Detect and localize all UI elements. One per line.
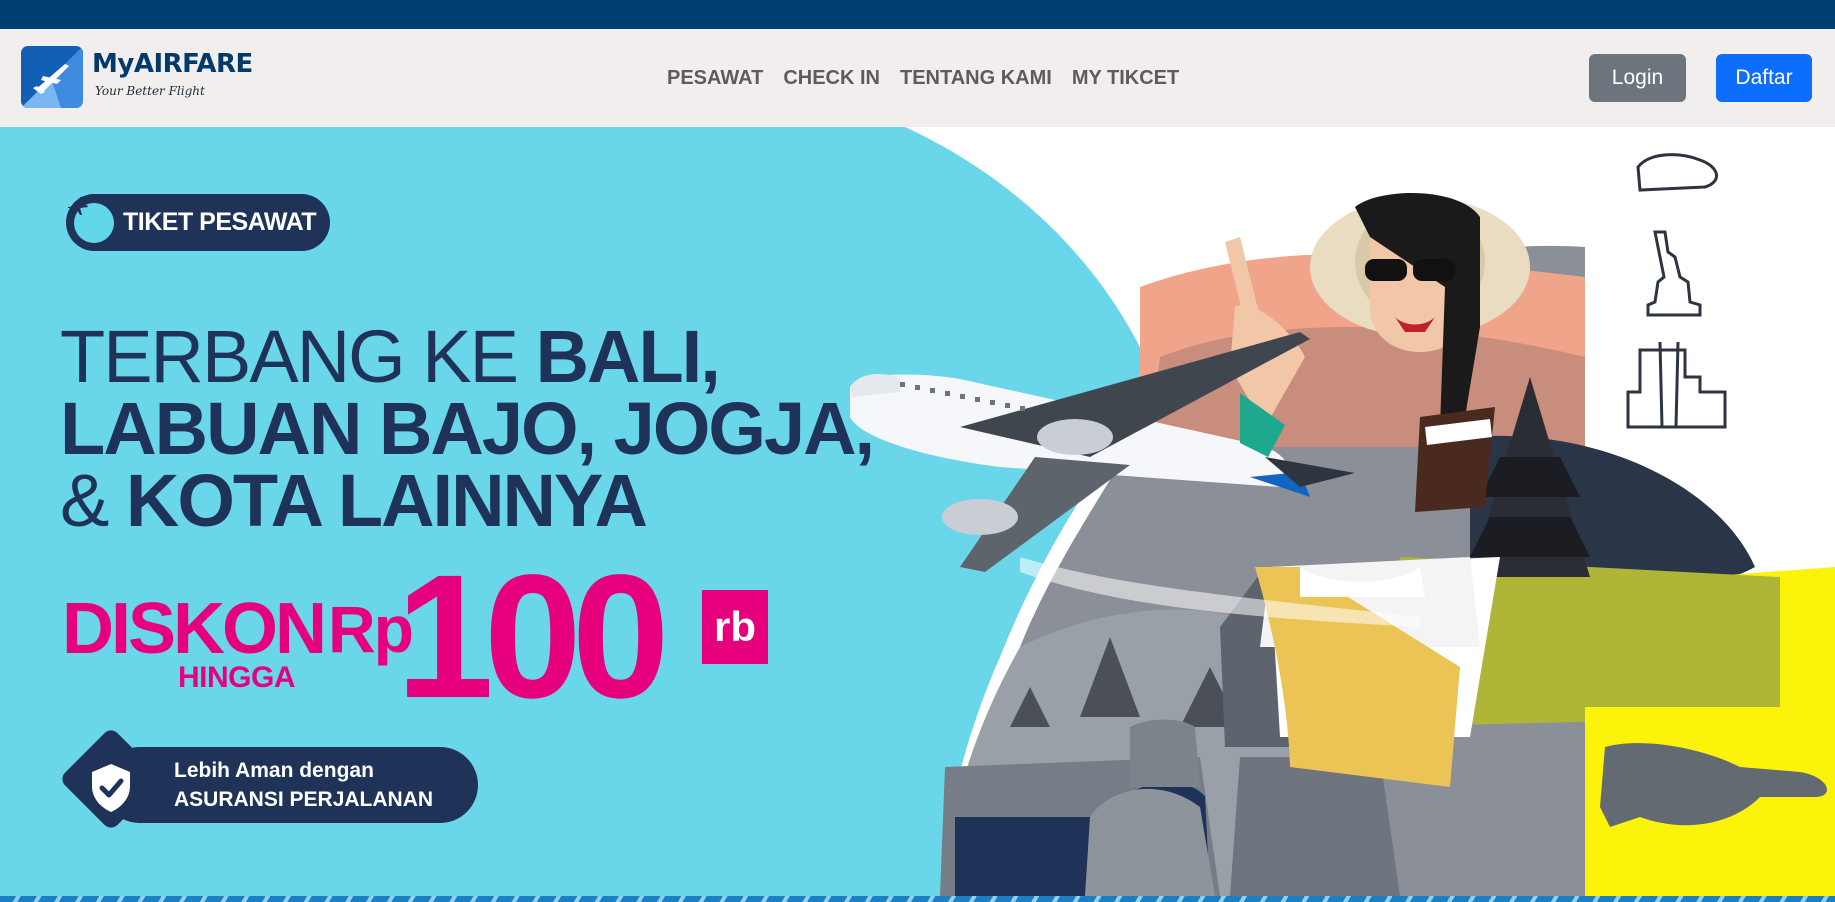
hero-headline: TERBANG KE BALI, LABUAN BAJO, JOGJA, & K… [60,320,875,538]
headline-line1-bold: BALI, [535,315,721,398]
ticket-badge: TIKET PESAWAT [66,194,330,251]
promo-unit: rb [702,590,768,664]
register-button[interactable]: Daftar [1716,54,1812,102]
insurance-line2: ASURANSI PERJALANAN [174,788,434,811]
headline-line2: LABUAN BAJO, JOGJA, [60,387,875,470]
main-nav: PESAWAT CHECK IN TENTANG KAMI MY TIKCET [661,63,1189,93]
promo-amount: 100 [396,539,670,735]
headline-line3-regular: & [60,459,126,542]
login-button[interactable]: Login [1589,54,1686,102]
insurance-badge: Lebih Aman dengan ASURANSI PERJALANAN [58,726,482,840]
headline-line3-bold: KOTA LAINNYA [125,459,648,542]
airplane-logo-icon [21,46,83,108]
insurance-line1: Lebih Aman dengan [174,759,374,782]
nav-link-check-in[interactable]: CHECK IN [773,63,890,93]
top-strip [0,0,1835,29]
nav-link-tentang-kami[interactable]: TENTANG KAMI [890,63,1062,93]
airplane-circle-icon [68,197,114,243]
navbar: MyAIRFARE Your Better Flight PESAWAT CHE… [0,29,1835,127]
headline-line1-regular: TERBANG KE [60,315,536,398]
brand-tagline: Your Better Flight [95,84,205,98]
bottom-strip [0,896,1835,902]
badge-label: TIKET PESAWAT [123,208,317,236]
brand-home-link[interactable]: MyAIRFARE Your Better Flight [21,46,253,110]
promo-sub: HINGGA [178,661,296,694]
nav-link-my-ticket[interactable]: MY TIKCET [1062,63,1189,93]
hero-banner[interactable]: TIKET PESAWAT TERBANG KE BALI, LABUAN BA… [0,127,1835,896]
nav-link-pesawat[interactable]: PESAWAT [661,63,773,93]
promo-prefix: DISKON [62,589,327,669]
discount-promo: DISKON HINGGA Rp 100 rb [62,549,782,727]
brand-name: MyAIRFARE [92,49,253,79]
shield-check-icon [82,758,140,816]
